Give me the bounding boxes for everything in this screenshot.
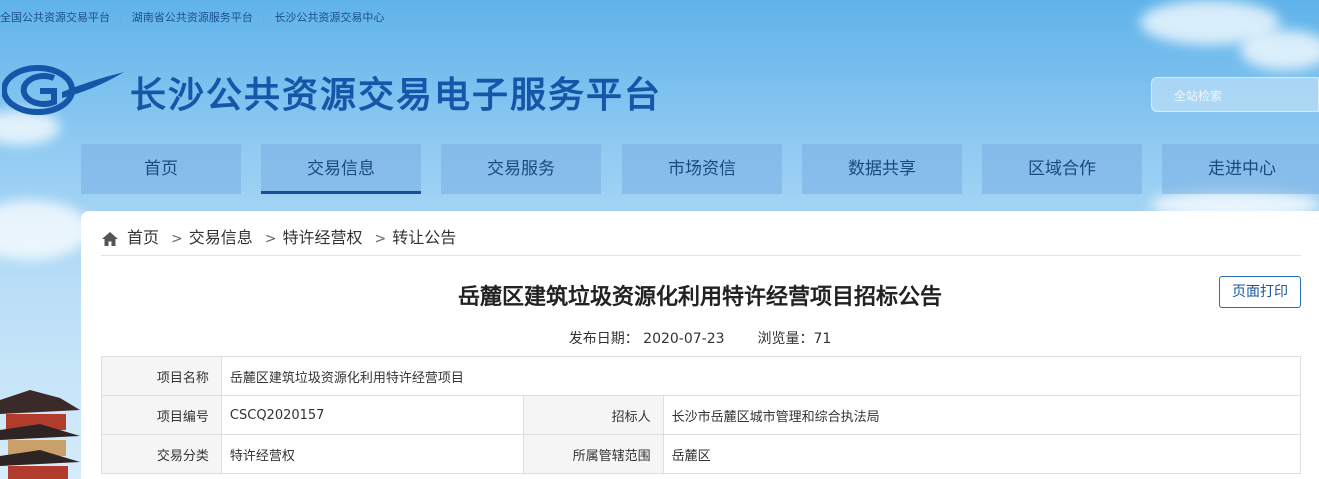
nav-item-trade-info[interactable]: 交易信息 — [261, 144, 421, 194]
view-count: 71 — [813, 331, 832, 347]
cloud-decoration — [1240, 30, 1319, 70]
trade-category-value: 特许经营权 — [220, 434, 524, 474]
project-info-table: 项目名称 岳麓区建筑垃圾资源化利用特许经营项目 项目编号 CSCQ2020157… — [101, 356, 1302, 474]
top-links: 全国公共资源交易平台 | 湖南省公共资源服务平台 | 长沙公共资源交易中心 — [0, 11, 385, 24]
trade-category-label: 交易分类 — [101, 434, 222, 474]
tenderer-value: 长沙市岳麓区城市管理和综合执法局 — [662, 395, 1302, 435]
divider — [101, 255, 1301, 256]
tenderer-label: 招标人 — [522, 395, 664, 435]
site-title: 长沙公共资源交易电子服务平台 — [130, 74, 663, 116]
nav-item-home[interactable]: 首页 — [81, 144, 241, 194]
top-link-hunan[interactable]: 湖南省公共资源服务平台 — [132, 11, 253, 24]
breadcrumb-home[interactable]: 首页 — [127, 228, 159, 247]
project-number-label: 项目编号 — [101, 395, 222, 435]
jurisdiction-label: 所属管辖范围 — [522, 434, 664, 474]
table-row: 交易分类 特许经营权 所属管辖范围 岳麓区 — [101, 434, 1302, 474]
nav-item-about-center[interactable]: 走进中心 — [1162, 144, 1319, 194]
nav-item-trade-service[interactable]: 交易服务 — [441, 144, 601, 194]
breadcrumb-item-franchise[interactable]: 特许经营权 — [283, 228, 363, 247]
table-row: 项目编号 CSCQ2020157 招标人 长沙市岳麓区城市管理和综合执法局 — [101, 395, 1302, 435]
jurisdiction-value: 岳麓区 — [662, 434, 1302, 474]
breadcrumb: 首页 > 交易信息 > 特许经营权 > 转让公告 — [101, 225, 456, 251]
site-logo[interactable] — [2, 62, 126, 118]
project-name-label: 项目名称 — [101, 356, 222, 396]
content-panel: 首页 > 交易信息 > 特许经营权 > 转让公告 岳麓区建筑垃圾资源化利用特许经营项目招标公… — [81, 211, 1319, 479]
project-number-value: CSCQ2020157 — [220, 395, 524, 435]
nav-item-regional-coop[interactable]: 区域合作 — [982, 144, 1142, 194]
pagoda-illustration — [0, 390, 80, 479]
top-link-national[interactable]: 全国公共资源交易平台 — [0, 11, 110, 24]
project-name-value: 岳麓区建筑垃圾资源化利用特许经营项目 — [220, 356, 1302, 396]
table-row: 项目名称 岳麓区建筑垃圾资源化利用特许经营项目 — [101, 356, 1302, 396]
cloud-decoration — [0, 200, 90, 260]
publish-date-label: 发布日期： — [568, 331, 639, 347]
site-search — [1151, 77, 1319, 113]
top-link-changsha[interactable]: 长沙公共资源交易中心 — [274, 11, 384, 24]
breadcrumb-item-transfer-notice[interactable]: 转让公告 — [392, 228, 456, 247]
announcement-title: 岳麓区建筑垃圾资源化利用特许经营项目招标公告 — [457, 285, 942, 310]
search-input[interactable] — [1152, 78, 1319, 113]
nav-item-data-sharing[interactable]: 数据共享 — [802, 144, 962, 194]
breadcrumb-item-trade-info[interactable]: 交易信息 — [189, 228, 253, 247]
print-page-button[interactable]: 页面打印 — [1219, 276, 1301, 308]
view-count-label: 浏览量： — [757, 331, 814, 347]
publish-date: 2020-07-23 — [643, 331, 725, 347]
announcement-meta: 发布日期： 2020-07-23 浏览量：71 — [81, 328, 1319, 348]
nav-item-market-credit[interactable]: 市场资信 — [622, 144, 782, 194]
home-icon — [102, 231, 118, 246]
